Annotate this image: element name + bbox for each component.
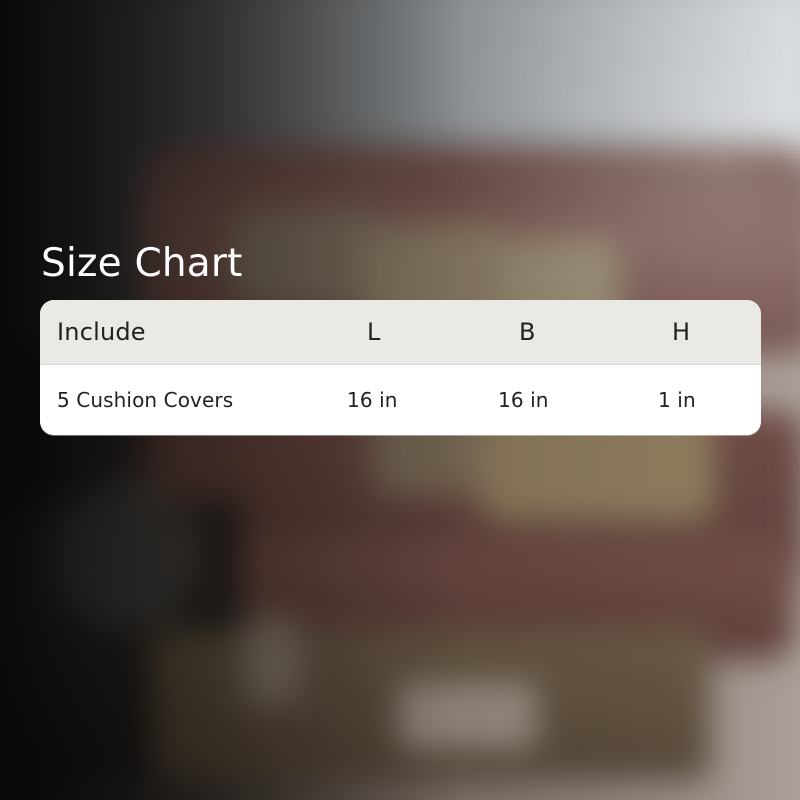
height-value: 1 in: [658, 388, 696, 412]
header-include: Include: [57, 318, 146, 346]
include-value: 5 Cushion Covers: [57, 388, 234, 412]
table-header-row: Include L B H: [40, 300, 761, 365]
size-chart-table: Include L B H 5 Cushion Covers 16 in 16 …: [40, 300, 761, 435]
header-breadth: B: [519, 318, 536, 346]
header-length: L: [367, 318, 381, 346]
length-value: 16 in: [347, 388, 398, 412]
table-row: 5 Cushion Covers 16 in 16 in 1 in: [40, 365, 761, 435]
page-title: Size Chart: [41, 241, 243, 286]
breadth-value: 16 in: [498, 388, 549, 412]
header-height: H: [672, 318, 691, 346]
